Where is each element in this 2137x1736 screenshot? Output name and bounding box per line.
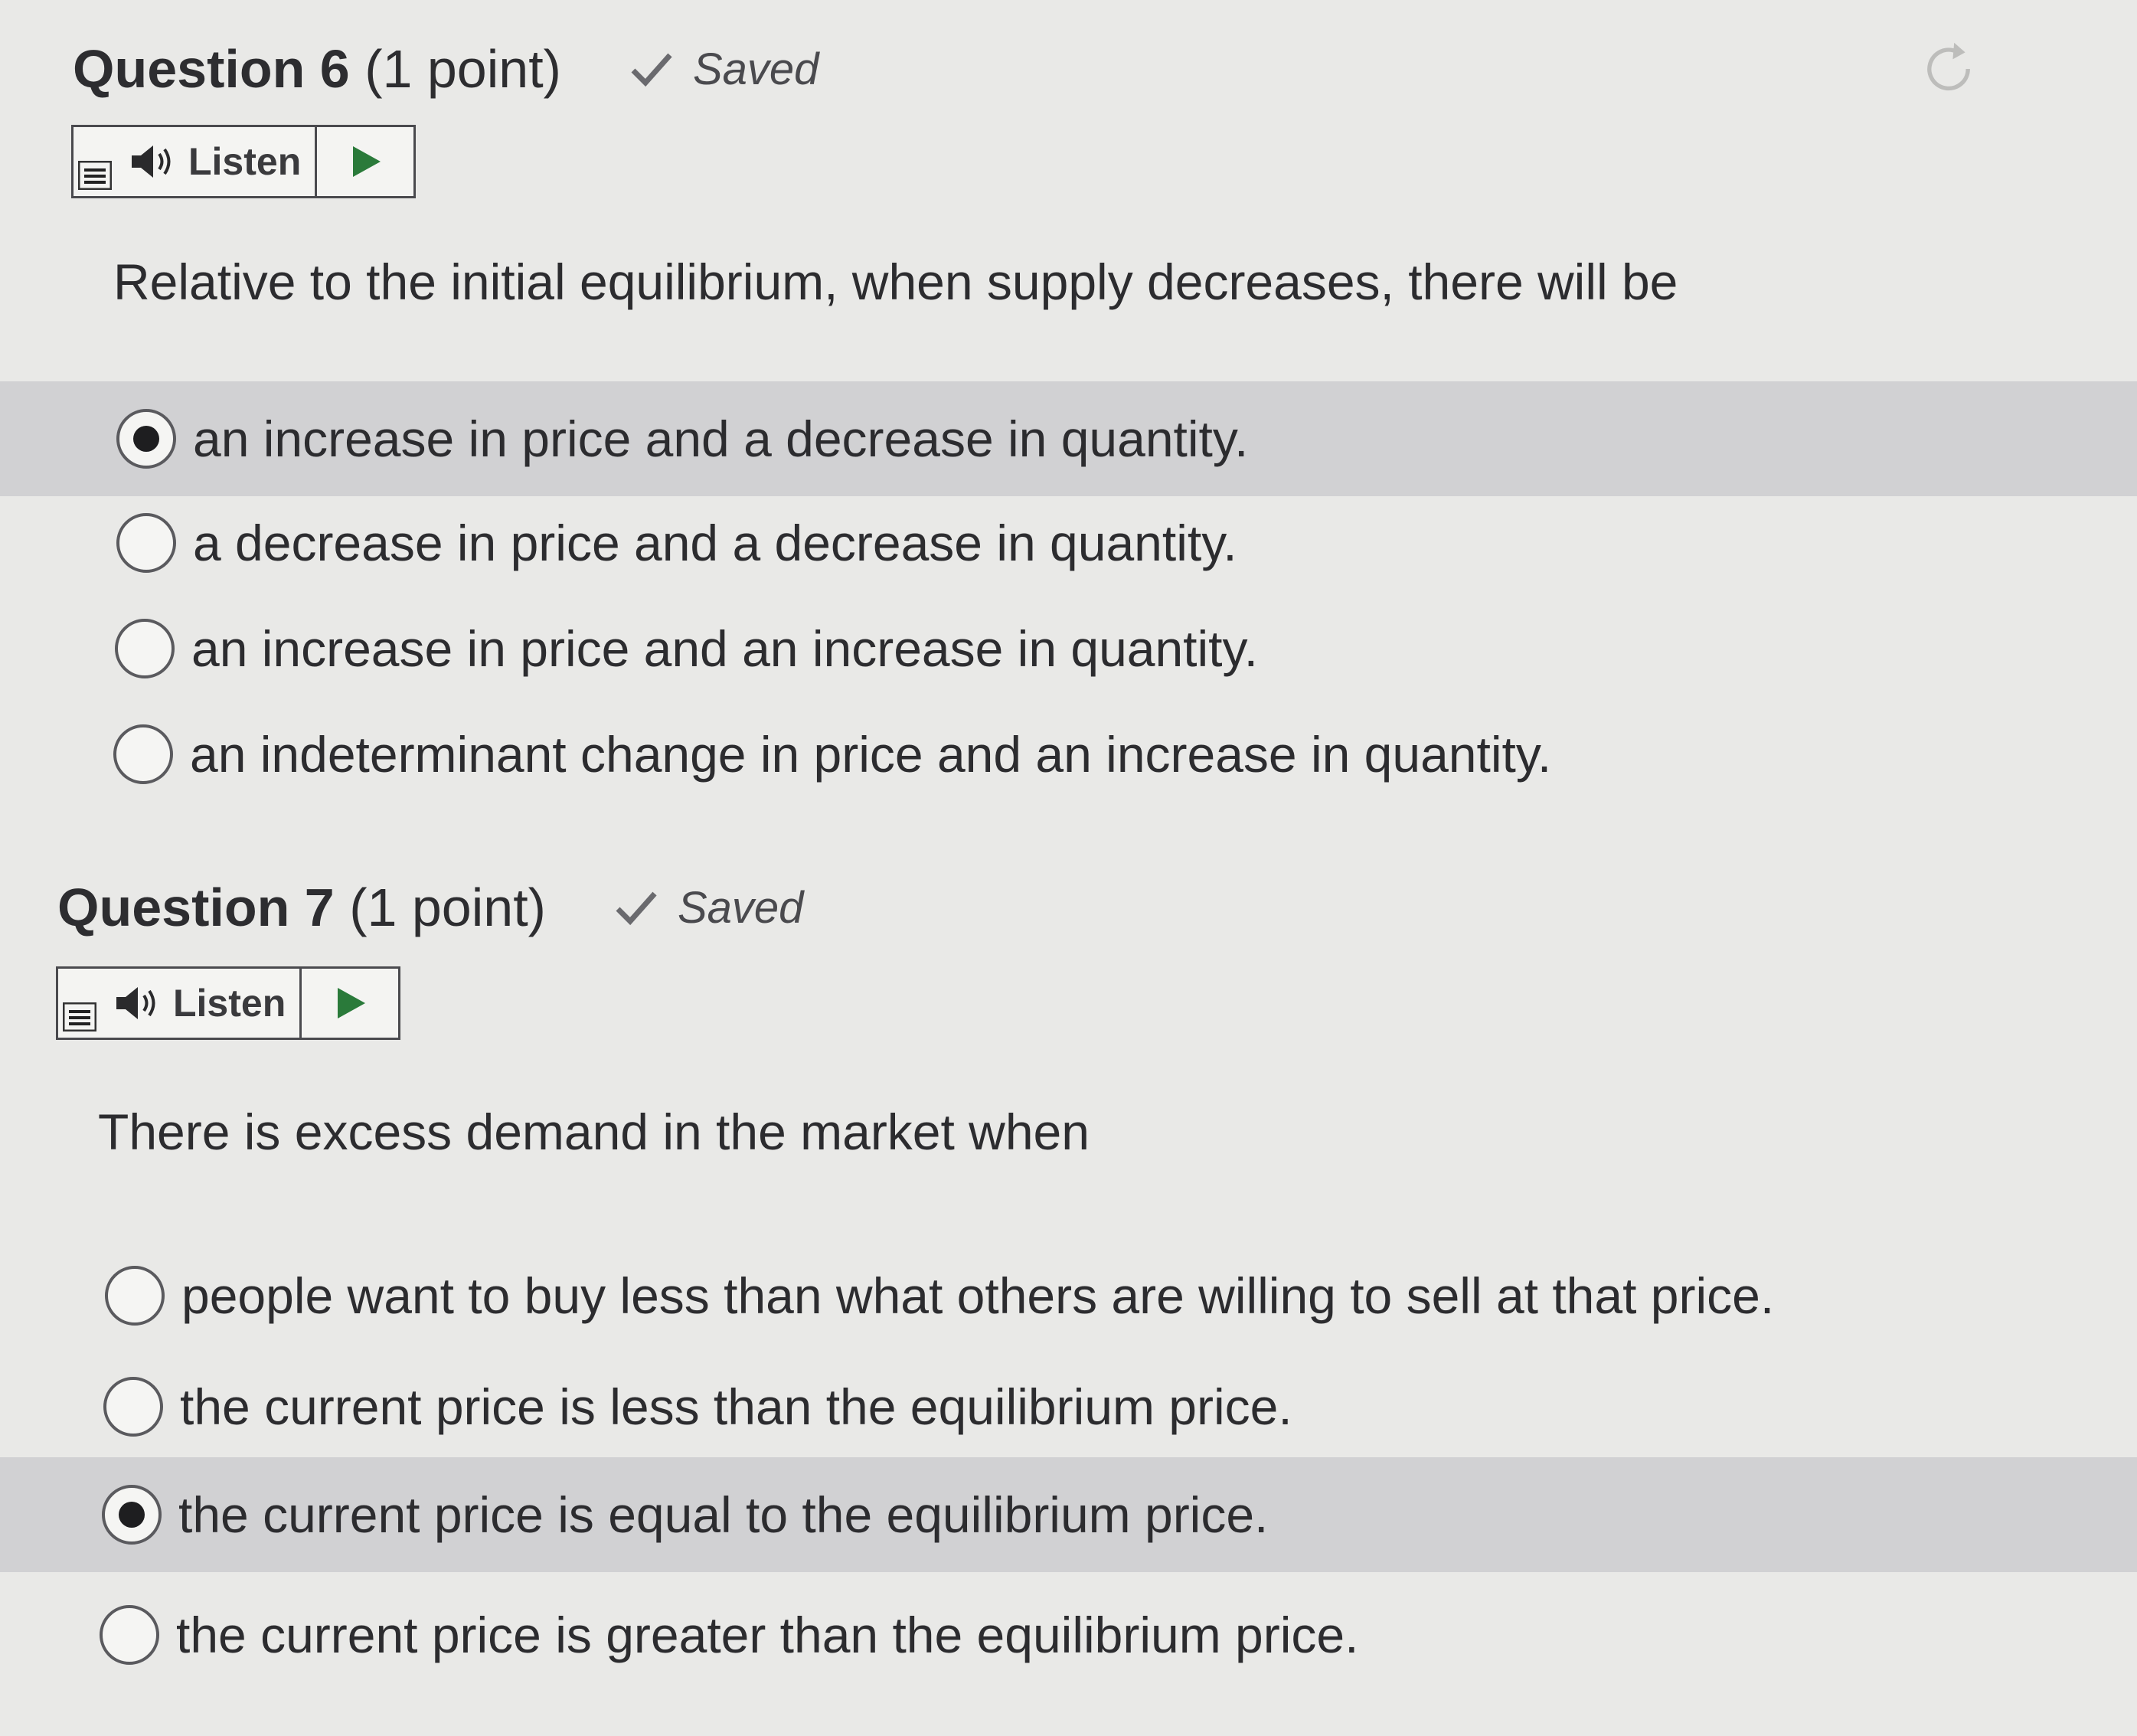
question-title: Question 6 (1 point) (73, 38, 561, 100)
reload-icon[interactable] (1914, 34, 1983, 103)
option-label[interactable]: an increase in price and an increase in … (191, 620, 1258, 678)
radio-button[interactable] (115, 619, 175, 678)
speaker-icon (116, 987, 155, 1019)
answer-option[interactable]: an increase in price and a decrease in q… (0, 381, 2137, 496)
radio-button-selected[interactable] (116, 409, 176, 469)
answer-option[interactable]: the current price is less than the equil… (0, 1349, 2137, 1464)
answer-option[interactable]: people want to buy less than what others… (0, 1238, 2137, 1353)
speaker-icon (132, 145, 171, 178)
radio-button[interactable] (105, 1266, 165, 1326)
question-header: Question 6 (1 point) Saved (73, 38, 819, 100)
play-button[interactable] (317, 127, 413, 196)
answer-option[interactable]: the current price is equal to the equili… (0, 1457, 2137, 1572)
listen-button[interactable]: Listen (112, 127, 317, 196)
question-title: Question 7 (1 point) (57, 877, 546, 938)
listen-label: Listen (188, 140, 302, 183)
radio-dot (133, 426, 159, 452)
readspeaker-toolbar: Listen (71, 125, 416, 198)
answer-option[interactable]: an indeterminant change in price and an … (0, 697, 2137, 812)
checkmark-icon (631, 53, 672, 87)
option-label[interactable]: the current price is greater than the eq… (176, 1606, 1358, 1664)
option-label[interactable]: an increase in price and a decrease in q… (193, 410, 1248, 468)
radio-button[interactable] (103, 1377, 163, 1437)
question-number: Question 7 (57, 878, 335, 937)
answer-option[interactable]: an increase in price and an increase in … (0, 591, 2137, 706)
question-header: Question 7 (1 point) Saved (57, 877, 803, 938)
play-icon (338, 988, 365, 1018)
saved-status: Saved (630, 44, 819, 95)
play-icon (353, 146, 381, 177)
radio-dot (119, 1502, 145, 1528)
play-button[interactable] (302, 969, 398, 1038)
menu-button[interactable] (74, 127, 112, 196)
menu-icon (63, 1002, 96, 1031)
checkmark-icon (616, 891, 657, 926)
option-label[interactable]: the current price is less than the equil… (180, 1378, 1292, 1436)
answer-option[interactable]: a decrease in price and a decrease in qu… (0, 485, 2137, 600)
saved-label: Saved (677, 882, 804, 933)
readspeaker-toolbar: Listen (56, 966, 400, 1040)
question-prompt: There is excess demand in the market whe… (98, 1103, 1090, 1160)
question-prompt: Relative to the initial equilibrium, whe… (113, 253, 1678, 310)
radio-button[interactable] (100, 1605, 159, 1665)
option-label[interactable]: an indeterminant change in price and an … (190, 725, 1551, 783)
listen-label: Listen (173, 982, 286, 1025)
saved-status: Saved (615, 882, 803, 933)
option-label[interactable]: people want to buy less than what others… (181, 1267, 1774, 1325)
option-label[interactable]: the current price is equal to the equili… (178, 1486, 1268, 1544)
saved-label: Saved (692, 44, 819, 94)
question-points: (1 point) (349, 878, 546, 937)
radio-button[interactable] (116, 513, 176, 573)
menu-button[interactable] (58, 969, 96, 1038)
radio-button-selected[interactable] (102, 1485, 162, 1545)
answer-option[interactable]: the current price is greater than the eq… (0, 1577, 2137, 1692)
option-label[interactable]: a decrease in price and a decrease in qu… (193, 514, 1237, 572)
question-number: Question 6 (73, 39, 350, 99)
listen-button[interactable]: Listen (96, 969, 302, 1038)
menu-icon (78, 161, 112, 190)
question-points: (1 point) (364, 39, 561, 99)
radio-button[interactable] (113, 724, 173, 784)
